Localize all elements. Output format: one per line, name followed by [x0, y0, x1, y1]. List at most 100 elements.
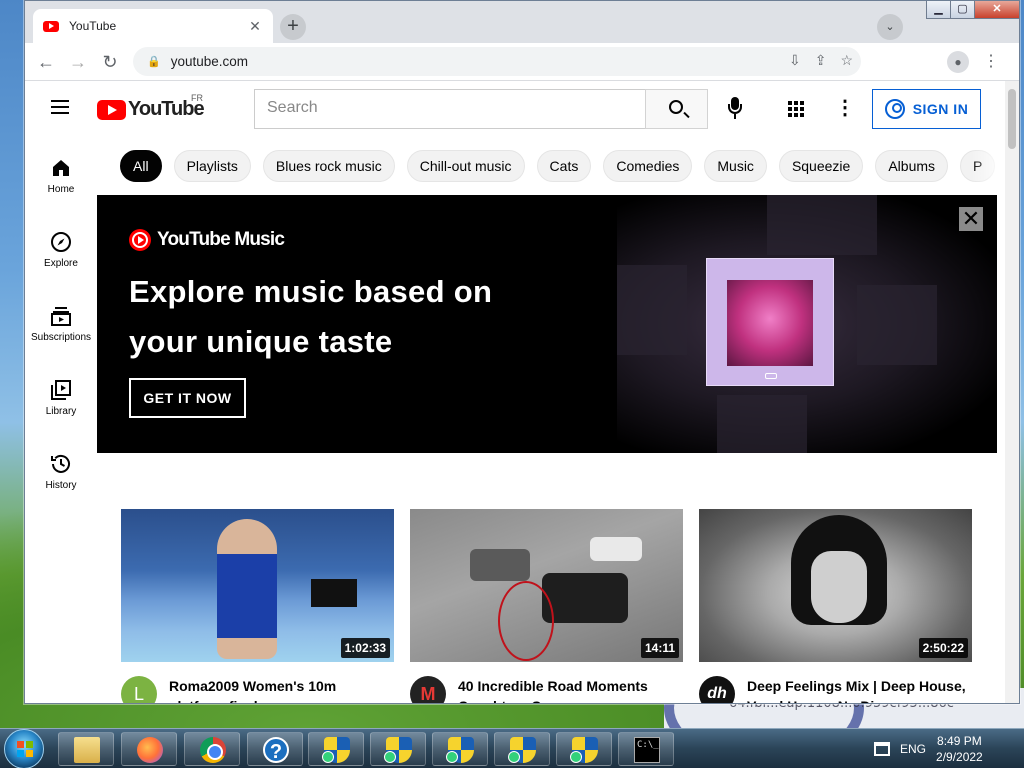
command-prompt-icon: C:\_: [634, 737, 660, 763]
video-title[interactable]: 40 Incredible Road Moments Caught on Cam…: [458, 676, 678, 703]
minimize-button[interactable]: ▁: [926, 1, 951, 19]
taskbar-shield-2[interactable]: [370, 732, 426, 766]
chip-comedies[interactable]: Comedies: [603, 150, 693, 182]
chip-cats[interactable]: Cats: [536, 150, 592, 182]
country-code: FR: [191, 93, 203, 103]
search-button[interactable]: [645, 89, 708, 129]
video-title[interactable]: Deep Feelings Mix | Deep House, Vocal Ho…: [747, 676, 967, 703]
firefox-icon: [137, 737, 163, 763]
promo-headline-line1: Explore music based on: [129, 274, 493, 309]
shield-icon: [446, 737, 474, 763]
taskbar-shield-1[interactable]: [308, 732, 364, 766]
video-duration: 14:11: [640, 638, 679, 658]
youtube-music-icon: [129, 229, 151, 251]
tab-close-icon[interactable]: ✕: [247, 18, 263, 35]
video-card[interactable]: 1:02:33 L Roma2009 Women's 10m platform …: [121, 509, 394, 703]
voice-search-icon[interactable]: [728, 97, 742, 119]
taskbar-shield-5[interactable]: [556, 732, 612, 766]
chrome-icon: [200, 737, 226, 763]
video-thumbnail[interactable]: 1:02:33: [121, 509, 394, 662]
library-icon: [49, 378, 73, 402]
help-icon: ?: [263, 737, 289, 763]
chip-chill-out-music[interactable]: Chill-out music: [406, 150, 525, 182]
video-title[interactable]: Roma2009 Women's 10m platform final: [169, 676, 389, 703]
chip-playlists[interactable]: Playlists: [173, 150, 251, 182]
tab-youtube[interactable]: YouTube ✕: [33, 9, 273, 43]
youtube-play-icon: [97, 99, 126, 120]
guide-item-library[interactable]: Library: [25, 359, 97, 433]
youtube-page: YouTube FR Search ⋮ SIGN IN Home Explore…: [25, 81, 1007, 703]
chips-fade: [971, 150, 1007, 182]
apps-grid-icon[interactable]: [788, 101, 804, 117]
forward-button[interactable]: →: [67, 51, 89, 73]
install-app-icon[interactable]: ⇩: [789, 52, 801, 69]
share-icon[interactable]: ⇪: [815, 52, 827, 69]
guide-label: History: [45, 480, 77, 491]
guide-item-subscriptions[interactable]: Subscriptions: [25, 285, 97, 359]
page-scrollbar[interactable]: [1005, 81, 1019, 703]
taskbar-command-prompt[interactable]: C:\_: [618, 732, 674, 766]
guide-label: Explore: [44, 258, 78, 269]
tab-search-button[interactable]: ⌄: [877, 14, 903, 40]
channel-avatar[interactable]: dh: [699, 676, 735, 703]
taskbar-chrome[interactable]: [184, 732, 240, 766]
close-window-button[interactable]: ✕: [974, 1, 1019, 19]
promo-artwork: [617, 195, 997, 453]
scrollbar-thumb[interactable]: [1008, 89, 1016, 149]
hamburger-menu-icon[interactable]: [51, 100, 69, 114]
new-tab-button[interactable]: +: [280, 14, 306, 40]
video-thumbnail[interactable]: 2:50:22: [699, 509, 972, 662]
back-button[interactable]: ←: [35, 51, 57, 73]
start-button[interactable]: [4, 729, 44, 768]
shield-icon: [322, 737, 350, 763]
chip-music[interactable]: Music: [704, 150, 767, 182]
get-it-now-button[interactable]: GET IT NOW: [129, 378, 246, 418]
lock-icon[interactable]: 🔒: [147, 55, 161, 68]
guide-item-home[interactable]: Home: [25, 137, 97, 211]
profile-avatar-icon[interactable]: ●: [947, 51, 969, 73]
browser-menu-icon[interactable]: ⋮: [983, 51, 999, 73]
taskbar-shield-4[interactable]: [494, 732, 550, 766]
reload-button[interactable]: ↻: [99, 51, 121, 73]
taskbar-shield-3[interactable]: [432, 732, 488, 766]
youtube-music-promo-banner: YouTube Music Explore music based on you…: [97, 195, 997, 453]
browser-toolbar: ← → ↻ 🔒 youtube.com ⇩ ⇪ ☆ ● ⋮: [25, 43, 1019, 81]
channel-avatar[interactable]: M: [410, 676, 446, 703]
chip-squeezie[interactable]: Squeezie: [778, 150, 864, 182]
guide-item-history[interactable]: History: [25, 433, 97, 507]
language-indicator[interactable]: ENG: [900, 742, 926, 756]
close-banner-icon[interactable]: ✕: [959, 207, 983, 231]
chip-all[interactable]: All: [120, 150, 162, 182]
system-tray: ENG 8:49 PM 2/9/2022: [874, 729, 983, 768]
window-controls: ▁ ▢ ✕: [926, 1, 1019, 19]
video-duration: 2:50:22: [918, 638, 968, 658]
maximize-button[interactable]: ▢: [950, 1, 975, 19]
video-card[interactable]: 2:50:22 dh Deep Feelings Mix | Deep Hous…: [699, 509, 972, 703]
taskbar: ? C:\_ ENG 8:49 PM 2/9/2022: [0, 728, 1024, 768]
address-bar[interactable]: 🔒 youtube.com ⇩ ⇪ ☆: [133, 47, 861, 76]
promo-headline: Explore music based on your unique taste: [129, 267, 549, 367]
settings-menu-icon[interactable]: ⋮: [835, 97, 855, 119]
video-duration: 1:02:33: [340, 638, 390, 658]
browser-window: YouTube ✕ + ⌄ ▁ ▢ ✕ ← → ↻ 🔒 youtube.com …: [24, 0, 1020, 704]
history-icon: [49, 452, 73, 476]
taskbar-file-explorer[interactable]: [58, 732, 114, 766]
network-icon[interactable]: [874, 742, 890, 756]
clock[interactable]: 8:49 PM 2/9/2022: [936, 733, 983, 765]
bookmark-star-icon[interactable]: ☆: [840, 52, 853, 69]
sign-in-label: SIGN IN: [912, 101, 969, 117]
video-card[interactable]: 14:11 M 40 Incredible Road Moments Caugh…: [410, 509, 683, 703]
clock-date: 2/9/2022: [936, 750, 983, 764]
chip-albums[interactable]: Albums: [875, 150, 949, 182]
guide-item-explore[interactable]: Explore: [25, 211, 97, 285]
sign-in-button[interactable]: SIGN IN: [872, 89, 981, 129]
chip-blues-rock-music[interactable]: Blues rock music: [262, 150, 395, 182]
video-thumbnail[interactable]: 14:11: [410, 509, 683, 662]
channel-avatar[interactable]: L: [121, 676, 157, 703]
search-icon: [669, 100, 683, 114]
taskbar-firefox[interactable]: [121, 732, 177, 766]
taskbar-help[interactable]: ?: [247, 732, 303, 766]
folder-icon: [74, 737, 100, 763]
search-input[interactable]: Search: [254, 89, 646, 129]
youtube-logo[interactable]: YouTube FR: [97, 93, 205, 121]
